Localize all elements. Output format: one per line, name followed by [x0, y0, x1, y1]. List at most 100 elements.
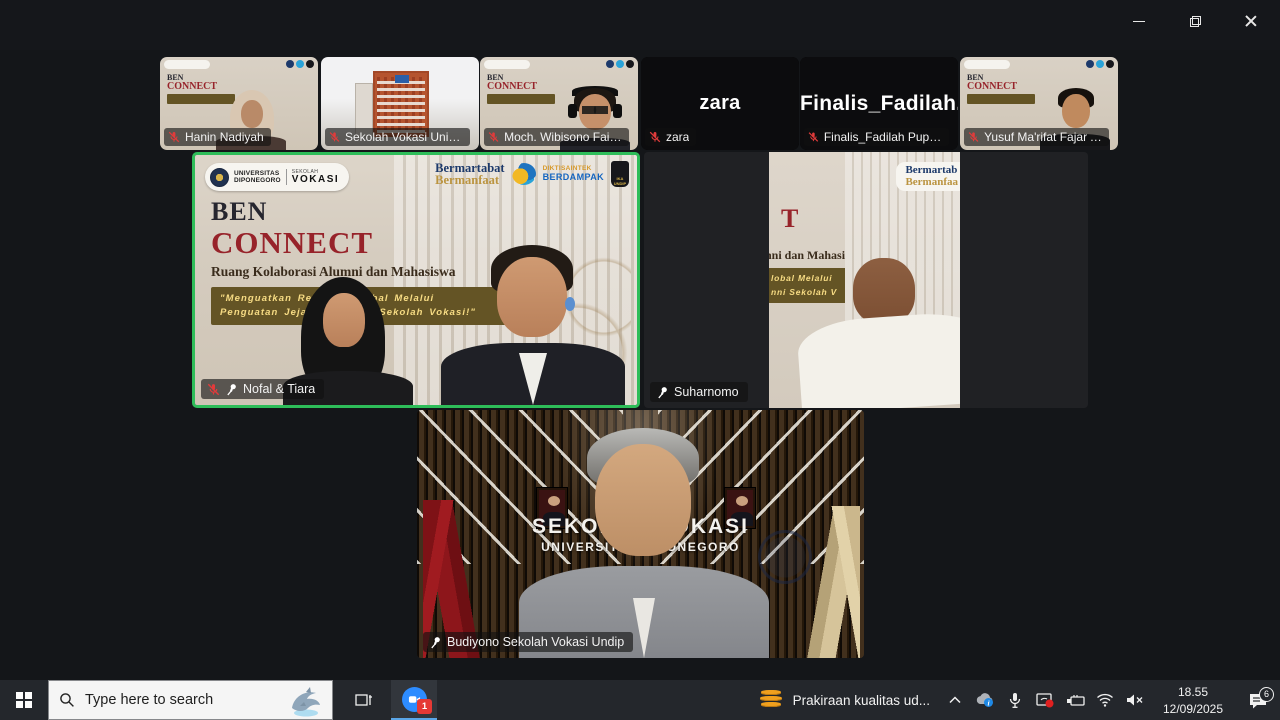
muted-mic-icon — [649, 131, 661, 143]
berdampak-text: BERDAMPAK — [543, 173, 604, 182]
participant-tile-sekolah-vokasi[interactable]: Sekolah Vokasi Univer... — [321, 57, 479, 150]
chevron-up-icon — [948, 695, 962, 705]
screen-share-tray-button[interactable] — [1030, 680, 1060, 720]
bermanfaat-cropped-text: Bermanfaa — [905, 177, 958, 189]
main-tile-nofal-tiara[interactable]: UNIVERSITASDIPONEGORO SEKOLAHVOKASI Berm… — [192, 152, 640, 408]
muted-mic-icon — [207, 383, 220, 396]
participant-name: Nofal & Tiara — [243, 382, 315, 396]
suharnomo-video: Bermartab Bermanfaa T nni dan Mahasi lob… — [769, 152, 960, 408]
zoom-meeting-window: BENCONNECT Hanin Nadiyah Sekolah Vokasi … — [0, 0, 1280, 720]
participant-tile-yusuf[interactable]: BENCONNECT Yusuf Ma'rifat Fajar Azis — [960, 57, 1118, 150]
muted-mic-icon — [968, 131, 979, 143]
volume-muted-icon — [1126, 693, 1144, 707]
windows-logo-icon — [16, 692, 32, 708]
participant-name: Suharnomo — [674, 385, 739, 399]
minimize-icon — [1133, 21, 1145, 22]
participant-name: Hanin Nadiyah — [185, 130, 264, 144]
undip-vokasi-logo: UNIVERSITASDIPONEGORO SEKOLAHVOKASI — [205, 163, 349, 191]
system-tray: i 18.55 12/09/2025 6 — [940, 680, 1280, 720]
onedrive-cloud-icon: i — [975, 692, 995, 708]
participant-tile-zara[interactable]: zara zara — [641, 57, 799, 150]
hidden-icons-button[interactable] — [940, 680, 970, 720]
participant-name: Budiyono Sekolah Vokasi Undip — [447, 635, 624, 649]
close-icon — [1245, 15, 1257, 27]
ben-text: BEN — [211, 199, 551, 225]
participant-display-name: zara — [641, 92, 799, 115]
mini-connect-text: CONNECT — [967, 82, 1035, 92]
news-weather-widget[interactable]: Prakiraan kualitas ud... — [749, 680, 940, 720]
participant-name: Moch. Wibisono Faizu... — [504, 130, 622, 144]
nameplate: Sekolah Vokasi Univer... — [325, 128, 470, 146]
volume-tray-button[interactable] — [1120, 680, 1150, 720]
participant-tile-wibisono[interactable]: BENCONNECT Moch. Wibisono Faizu... — [480, 57, 638, 150]
screen-recording-icon — [1036, 692, 1054, 708]
participant-video-nofal — [433, 245, 633, 405]
universitas-text: UNIVERSITAS — [234, 170, 279, 177]
main-tile-budiyono[interactable]: SEKOLAH VOKASI UNIVERSITAS DIPONEGORO Bu… — [417, 410, 864, 658]
taskbar-search-box[interactable] — [48, 680, 333, 720]
ika-undip-logo-icon: IKA UNDIP — [611, 161, 629, 187]
action-center-button[interactable]: 6 — [1236, 692, 1280, 709]
dolphin-search-highlight-icon[interactable] — [284, 684, 324, 718]
microphone-icon — [1008, 692, 1022, 709]
mini-connect-text: CONNECT — [487, 82, 555, 92]
muted-mic-icon — [488, 131, 499, 143]
clock-time: 18.55 — [1150, 684, 1236, 701]
bermanfaat-text: Bermanfaat — [435, 174, 504, 187]
participant-name: zara — [666, 130, 689, 144]
notification-count-badge: 6 — [1259, 687, 1274, 702]
nameplate: Budiyono Sekolah Vokasi Undip — [423, 632, 633, 652]
video-gallery: BENCONNECT Hanin Nadiyah Sekolah Vokasi … — [0, 50, 1280, 680]
task-view-icon — [355, 692, 373, 708]
nameplate: zara — [645, 128, 696, 146]
connect-cropped-text: T — [781, 204, 798, 234]
participant-name: Sekolah Vokasi Univer... — [345, 130, 463, 144]
nameplate: Suharnomo — [650, 382, 748, 402]
participant-video-budiyono — [529, 428, 759, 658]
nameplate: Finalis_Fadilah Pupita ... — [804, 128, 949, 146]
restore-button[interactable] — [1178, 8, 1212, 34]
search-input[interactable] — [85, 692, 245, 708]
ika-undip-text: IKA UNDIP — [611, 176, 629, 186]
muted-mic-icon — [329, 131, 340, 143]
nameplate: Nofal & Tiara — [201, 379, 324, 399]
vokasi-text: VOKASI — [292, 175, 339, 185]
ben-connect-virtual-background: UNIVERSITASDIPONEGORO SEKOLAHVOKASI Berm… — [195, 155, 637, 405]
participant-name: Finalis_Fadilah Pupita ... — [824, 130, 943, 144]
nameplate: Moch. Wibisono Faizu... — [484, 128, 629, 146]
partner-logos: BermartabatBermanfaat DIKTISAINTEKBERDAM… — [435, 161, 629, 187]
bermartabat-chip: Bermartab Bermanfaa — [896, 162, 960, 191]
participant-video-suharnomo — [819, 258, 960, 408]
close-button[interactable] — [1234, 8, 1268, 34]
diponegoro-text: DIPONEGORO — [234, 177, 281, 184]
undip-logo-icon — [210, 168, 229, 187]
eject-hardware-tray-button[interactable] — [1060, 680, 1090, 720]
air-quality-icon — [759, 690, 783, 710]
zoom-notification-badge: 1 — [417, 699, 432, 714]
usb-device-icon — [1066, 693, 1085, 708]
main-tile-suharnomo[interactable]: Bermartab Bermanfaa T nni dan Mahasi lob… — [644, 152, 1088, 408]
pin-icon — [225, 383, 238, 396]
minimize-button[interactable] — [1122, 8, 1156, 34]
clock-date: 12/09/2025 — [1150, 701, 1236, 718]
windows-taskbar: 1 Prakiraan kualitas ud... i — [0, 680, 1280, 720]
search-icon — [59, 692, 75, 708]
muted-mic-icon — [168, 131, 180, 143]
taskbar-clock[interactable]: 18.55 12/09/2025 — [1150, 683, 1236, 718]
zoom-app-taskbar-button[interactable]: 1 — [391, 680, 437, 720]
start-button[interactable] — [0, 680, 48, 720]
news-widget-text: Prakiraan kualitas ud... — [793, 693, 930, 708]
restore-icon — [1190, 16, 1201, 27]
wifi-icon — [1096, 693, 1114, 707]
wifi-tray-button[interactable] — [1090, 680, 1120, 720]
participant-display-name: Finalis_Fadilah... — [800, 92, 958, 116]
task-view-button[interactable] — [343, 680, 385, 720]
microphone-tray-button[interactable] — [1000, 680, 1030, 720]
participant-tile-hanin[interactable]: BENCONNECT Hanin Nadiyah — [160, 57, 318, 150]
diktisaintek-logo-icon — [512, 163, 536, 185]
participant-tile-finalis-fadilah[interactable]: Finalis_Fadilah... Finalis_Fadilah Pupit… — [800, 57, 958, 150]
onedrive-tray-button[interactable]: i — [970, 680, 1000, 720]
participant-name: Yusuf Ma'rifat Fajar Azis — [984, 130, 1102, 144]
muted-mic-icon — [808, 131, 819, 143]
pin-icon — [656, 386, 669, 399]
